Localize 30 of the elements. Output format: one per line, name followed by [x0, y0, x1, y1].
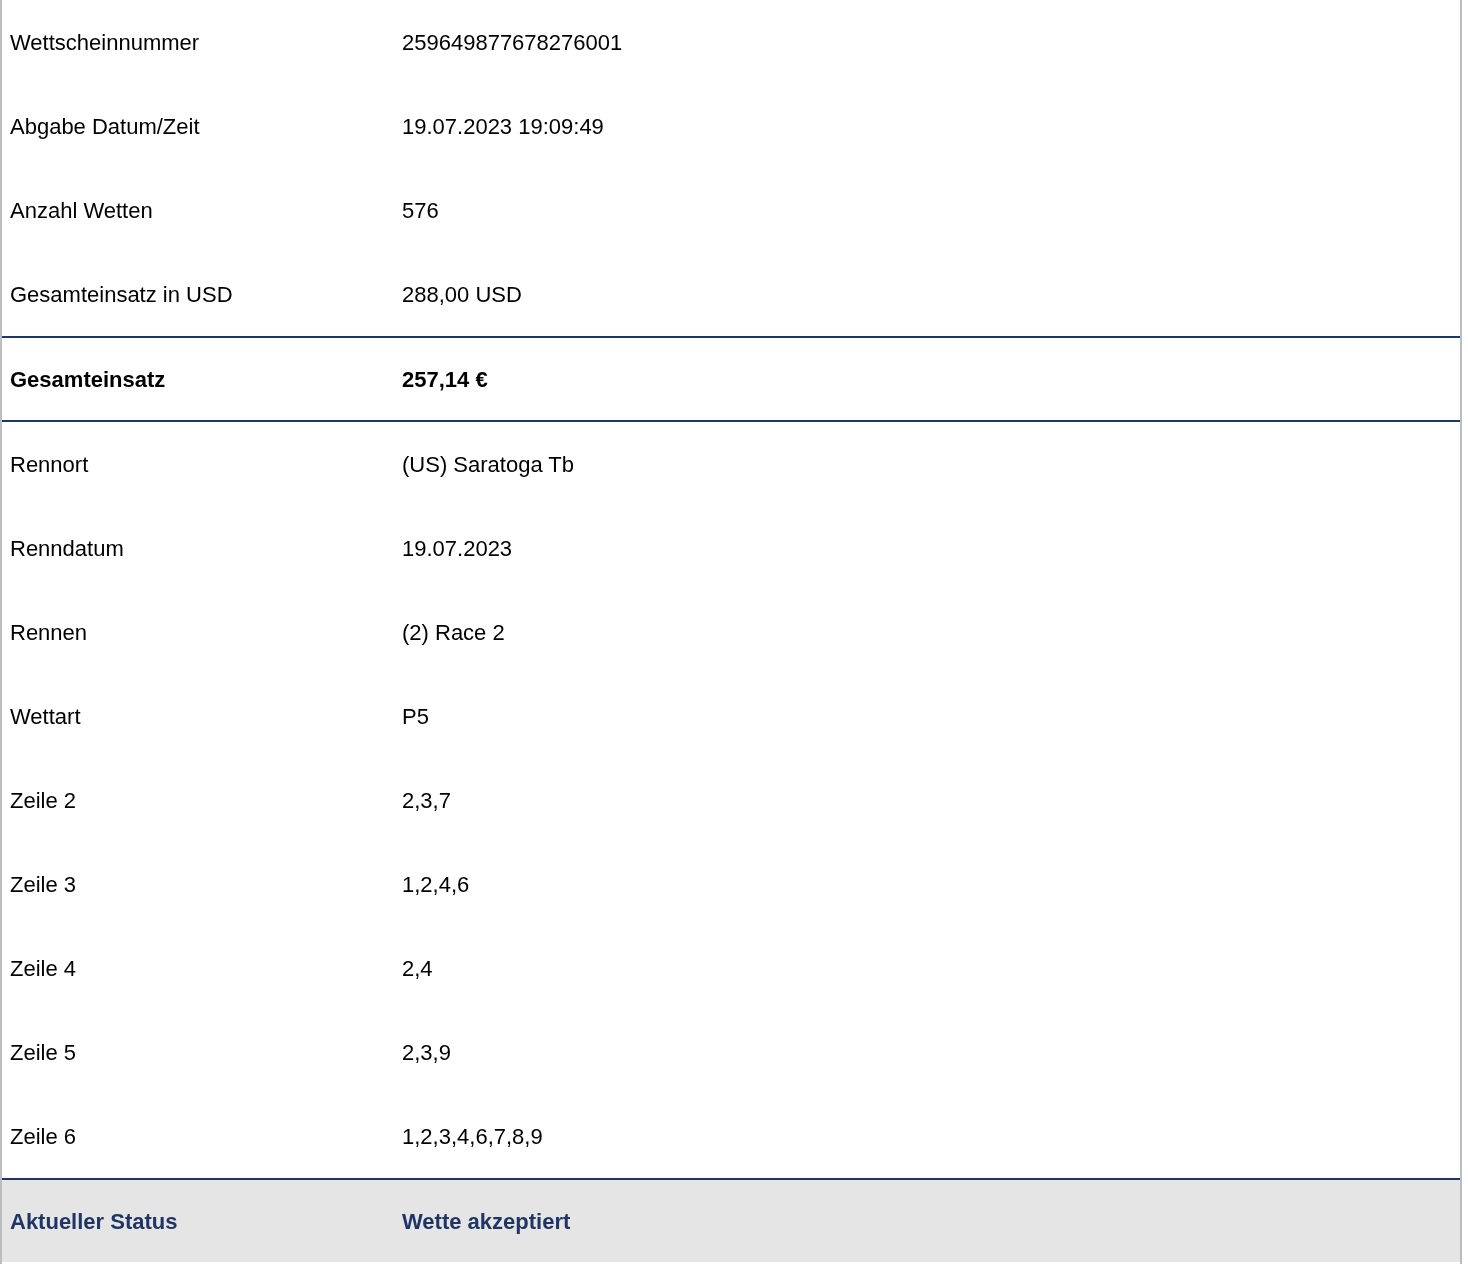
row-value: 2,4	[402, 954, 433, 983]
row-value: 576	[402, 196, 439, 225]
row-label: Abgabe Datum/Zeit	[9, 112, 201, 141]
row-label: Zeile 6	[9, 1122, 78, 1151]
row-label: Rennen	[9, 618, 89, 647]
row-value: (US) Saratoga Tb	[402, 450, 574, 479]
row-value: 2,3,9	[402, 1038, 451, 1067]
row-value: 259649877678276001	[402, 28, 623, 57]
row-label: Zeile 2	[9, 786, 78, 815]
row-label: Zeile 3	[9, 870, 78, 899]
row-label: Gesamteinsatz	[9, 365, 167, 394]
row-label: Zeile 5	[9, 1038, 78, 1067]
row-label: Renndatum	[9, 534, 125, 563]
row-label: Gesamteinsatz in USD	[9, 280, 234, 309]
row-label: Anzahl Wetten	[9, 196, 154, 225]
row-label: Rennort	[9, 450, 90, 479]
row-value: Wette akzeptiert	[402, 1207, 571, 1236]
row-label: Wettscheinnummer	[9, 28, 201, 57]
row-label: Aktueller Status	[9, 1207, 179, 1236]
row-value: 1,2,3,4,6,7,8,9	[402, 1122, 543, 1151]
row-label: Wettart	[9, 702, 82, 731]
row-value: (2) Race 2	[402, 618, 505, 647]
row-value: P5	[402, 702, 429, 731]
row-value: 1,2,4,6	[402, 870, 470, 899]
row-value: 257,14 €	[402, 365, 488, 394]
row-label: Zeile 4	[9, 954, 78, 983]
row-value: 19.07.2023 19:09:49	[402, 112, 604, 141]
row-value: 2,3,7	[402, 786, 451, 815]
row-value: 288,00 USD	[402, 280, 522, 309]
row-value: 19.07.2023	[402, 534, 513, 563]
